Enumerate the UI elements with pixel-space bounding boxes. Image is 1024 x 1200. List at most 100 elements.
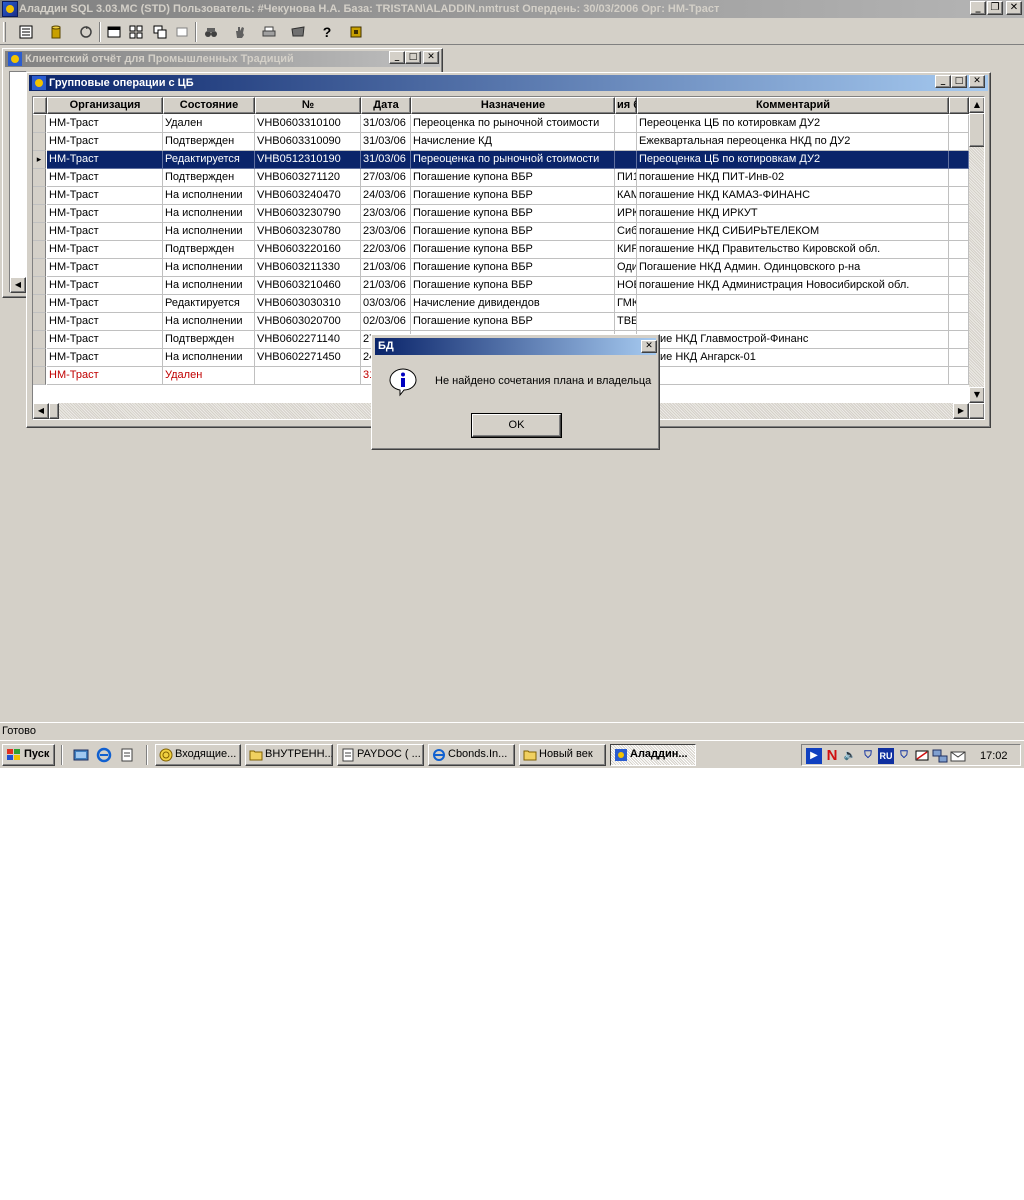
shield-icon[interactable]: ⛉ (860, 748, 876, 764)
media-player-icon[interactable]: ▶ (806, 748, 822, 764)
cell-filler[interactable] (949, 349, 969, 367)
cell-date[interactable]: 31/03/06 (361, 151, 411, 169)
cell-extra[interactable] (615, 151, 637, 169)
cell-purpose[interactable]: Погашение купона ВБР (411, 241, 615, 259)
grid-scroll-down-button[interactable]: ▼ (969, 387, 984, 403)
cell-number[interactable]: VHB0603310100 (255, 115, 361, 133)
cell-filler[interactable] (949, 331, 969, 349)
dialog-close-button[interactable]: ✕ (641, 340, 657, 353)
cell-organization[interactable]: НМ-Траст (47, 277, 163, 295)
cell-extra[interactable]: Оди (615, 259, 637, 277)
group-operations-title-bar[interactable]: Групповые операции с ЦБ (29, 75, 988, 91)
table-row[interactable]: НМ-Траст Подтвержден VHB0603220160 22/03/06… (33, 241, 969, 259)
client-report-scroll-left[interactable]: ◀ (10, 277, 26, 293)
cell-state[interactable]: Удален (163, 115, 255, 133)
grid-vertical-thumb[interactable] (969, 113, 984, 147)
cell-extra[interactable] (615, 115, 637, 133)
message-dialog[interactable]: БД ✕ Не найдено сочетания плана и владел… (371, 334, 660, 450)
column-header-state[interactable]: Состояние (163, 97, 255, 114)
cell-comment[interactable]: погашение НКД Администрация Новосибирско… (637, 277, 949, 295)
cell-purpose[interactable]: Погашение купона ВБР (411, 277, 615, 295)
refresh-button[interactable] (74, 21, 98, 43)
cell-organization[interactable]: НМ-Траст (47, 169, 163, 187)
cell-number[interactable]: VHB0603271120 (255, 169, 361, 187)
cell-organization[interactable]: НМ-Траст (47, 223, 163, 241)
task-button-internal[interactable]: ВНУТРЕНН... (245, 744, 333, 766)
cell-extra[interactable]: ТВЕ (615, 313, 637, 331)
cell-purpose[interactable]: Погашение купона ВБР (411, 313, 615, 331)
cell-filler[interactable] (949, 115, 969, 133)
monitor-icon[interactable] (914, 748, 930, 764)
cell-organization[interactable]: НМ-Траст (47, 205, 163, 223)
grid-scroll-left-button[interactable]: ◀ (33, 403, 49, 419)
print-button[interactable] (257, 21, 281, 43)
cell-comment[interactable]: погашение НКД Правительство Кировской об… (637, 241, 949, 259)
cell-extra[interactable]: КИР (615, 241, 637, 259)
cell-organization[interactable]: НМ-Траст (47, 151, 163, 169)
mail-icon[interactable] (950, 748, 966, 764)
cell-extra[interactable]: НОЕ (615, 277, 637, 295)
cell-state[interactable]: Редактируется (163, 151, 255, 169)
cell-purpose[interactable]: Погашение купона ВБР (411, 259, 615, 277)
cell-comment[interactable]: погашение НКД КАМАЗ-ФИНАНС (637, 187, 949, 205)
table-row[interactable]: НМ-Траст На исполнении VHB0603020700 02/03/… (33, 313, 969, 331)
task-button-inbox[interactable]: Входящие... (155, 744, 241, 766)
row-indicator[interactable] (33, 259, 46, 277)
cell-extra[interactable]: КАМ (615, 187, 637, 205)
cell-number[interactable]: VHB0602271140 (255, 331, 361, 349)
language-indicator[interactable]: RU (878, 748, 894, 764)
cell-state[interactable]: Подтвержден (163, 133, 255, 151)
exit-button[interactable] (344, 21, 368, 43)
cell-comment[interactable]: Переоценка ЦБ по котировкам ДУ2 (637, 151, 949, 169)
cell-number[interactable]: VHB0603211330 (255, 259, 361, 277)
cell-organization[interactable]: НМ-Траст (47, 331, 163, 349)
cell-date[interactable]: 22/03/06 (361, 241, 411, 259)
cell-extra[interactable]: ГМК (615, 295, 637, 313)
cell-extra[interactable]: ИРК (615, 205, 637, 223)
cell-organization[interactable]: НМ-Траст (47, 241, 163, 259)
row-indicator[interactable] (33, 313, 46, 331)
cart-button[interactable] (286, 21, 310, 43)
row-indicator[interactable] (33, 205, 46, 223)
app-minimize-button[interactable]: _ (970, 1, 986, 15)
cell-filler[interactable] (949, 187, 969, 205)
cell-date[interactable]: 31/03/06 (361, 133, 411, 151)
cell-filler[interactable] (949, 205, 969, 223)
cell-filler[interactable] (949, 133, 969, 151)
antivirus-n-icon[interactable]: N (824, 748, 840, 764)
cell-number[interactable]: VHB0603220160 (255, 241, 361, 259)
task-button-aladdin[interactable]: Аладдин... (610, 744, 696, 766)
cell-number[interactable]: VHB0603230790 (255, 205, 361, 223)
cell-comment[interactable]: погашение НКД ПИТ-Инв-02 (637, 169, 949, 187)
toolbar-grip[interactable] (3, 22, 6, 42)
tile-button[interactable] (124, 21, 148, 43)
security-icon[interactable]: ⛉ (896, 748, 912, 764)
cell-comment[interactable]: шение НКД Ангарск-01 (637, 349, 949, 367)
cell-comment[interactable] (637, 295, 949, 313)
column-header-purpose[interactable]: Назначение (411, 97, 615, 114)
column-header-extra[interactable]: ия б (615, 97, 637, 114)
cell-filler[interactable] (949, 313, 969, 331)
cell-state[interactable]: Удален (163, 367, 255, 385)
column-header-organization[interactable]: Организация (47, 97, 163, 114)
cell-filler[interactable] (949, 223, 969, 241)
client-report-maximize-button[interactable]: □ (405, 51, 421, 64)
stop-button[interactable] (228, 21, 252, 43)
cell-date[interactable]: 21/03/06 (361, 277, 411, 295)
inactive-window-button[interactable] (170, 21, 194, 43)
cell-filler[interactable] (949, 241, 969, 259)
task-button-cbonds[interactable]: Cbonds.In... (428, 744, 515, 766)
cell-purpose[interactable]: Переоценка по рыночной стоимости (411, 151, 615, 169)
column-header-number[interactable]: № (255, 97, 361, 114)
cell-number[interactable]: VHB0603210460 (255, 277, 361, 295)
group-operations-close-button[interactable]: ✕ (969, 75, 985, 88)
cell-comment[interactable] (637, 313, 949, 331)
cell-purpose[interactable]: Начисление дивидендов (411, 295, 615, 313)
group-operations-minimize-button[interactable]: _ (935, 75, 951, 88)
row-indicator[interactable] (33, 133, 46, 151)
row-indicator[interactable] (33, 115, 46, 133)
network-icon[interactable] (932, 748, 948, 764)
cell-date[interactable]: 02/03/06 (361, 313, 411, 331)
row-indicator[interactable] (33, 349, 46, 367)
ok-button[interactable]: OK (471, 413, 562, 438)
